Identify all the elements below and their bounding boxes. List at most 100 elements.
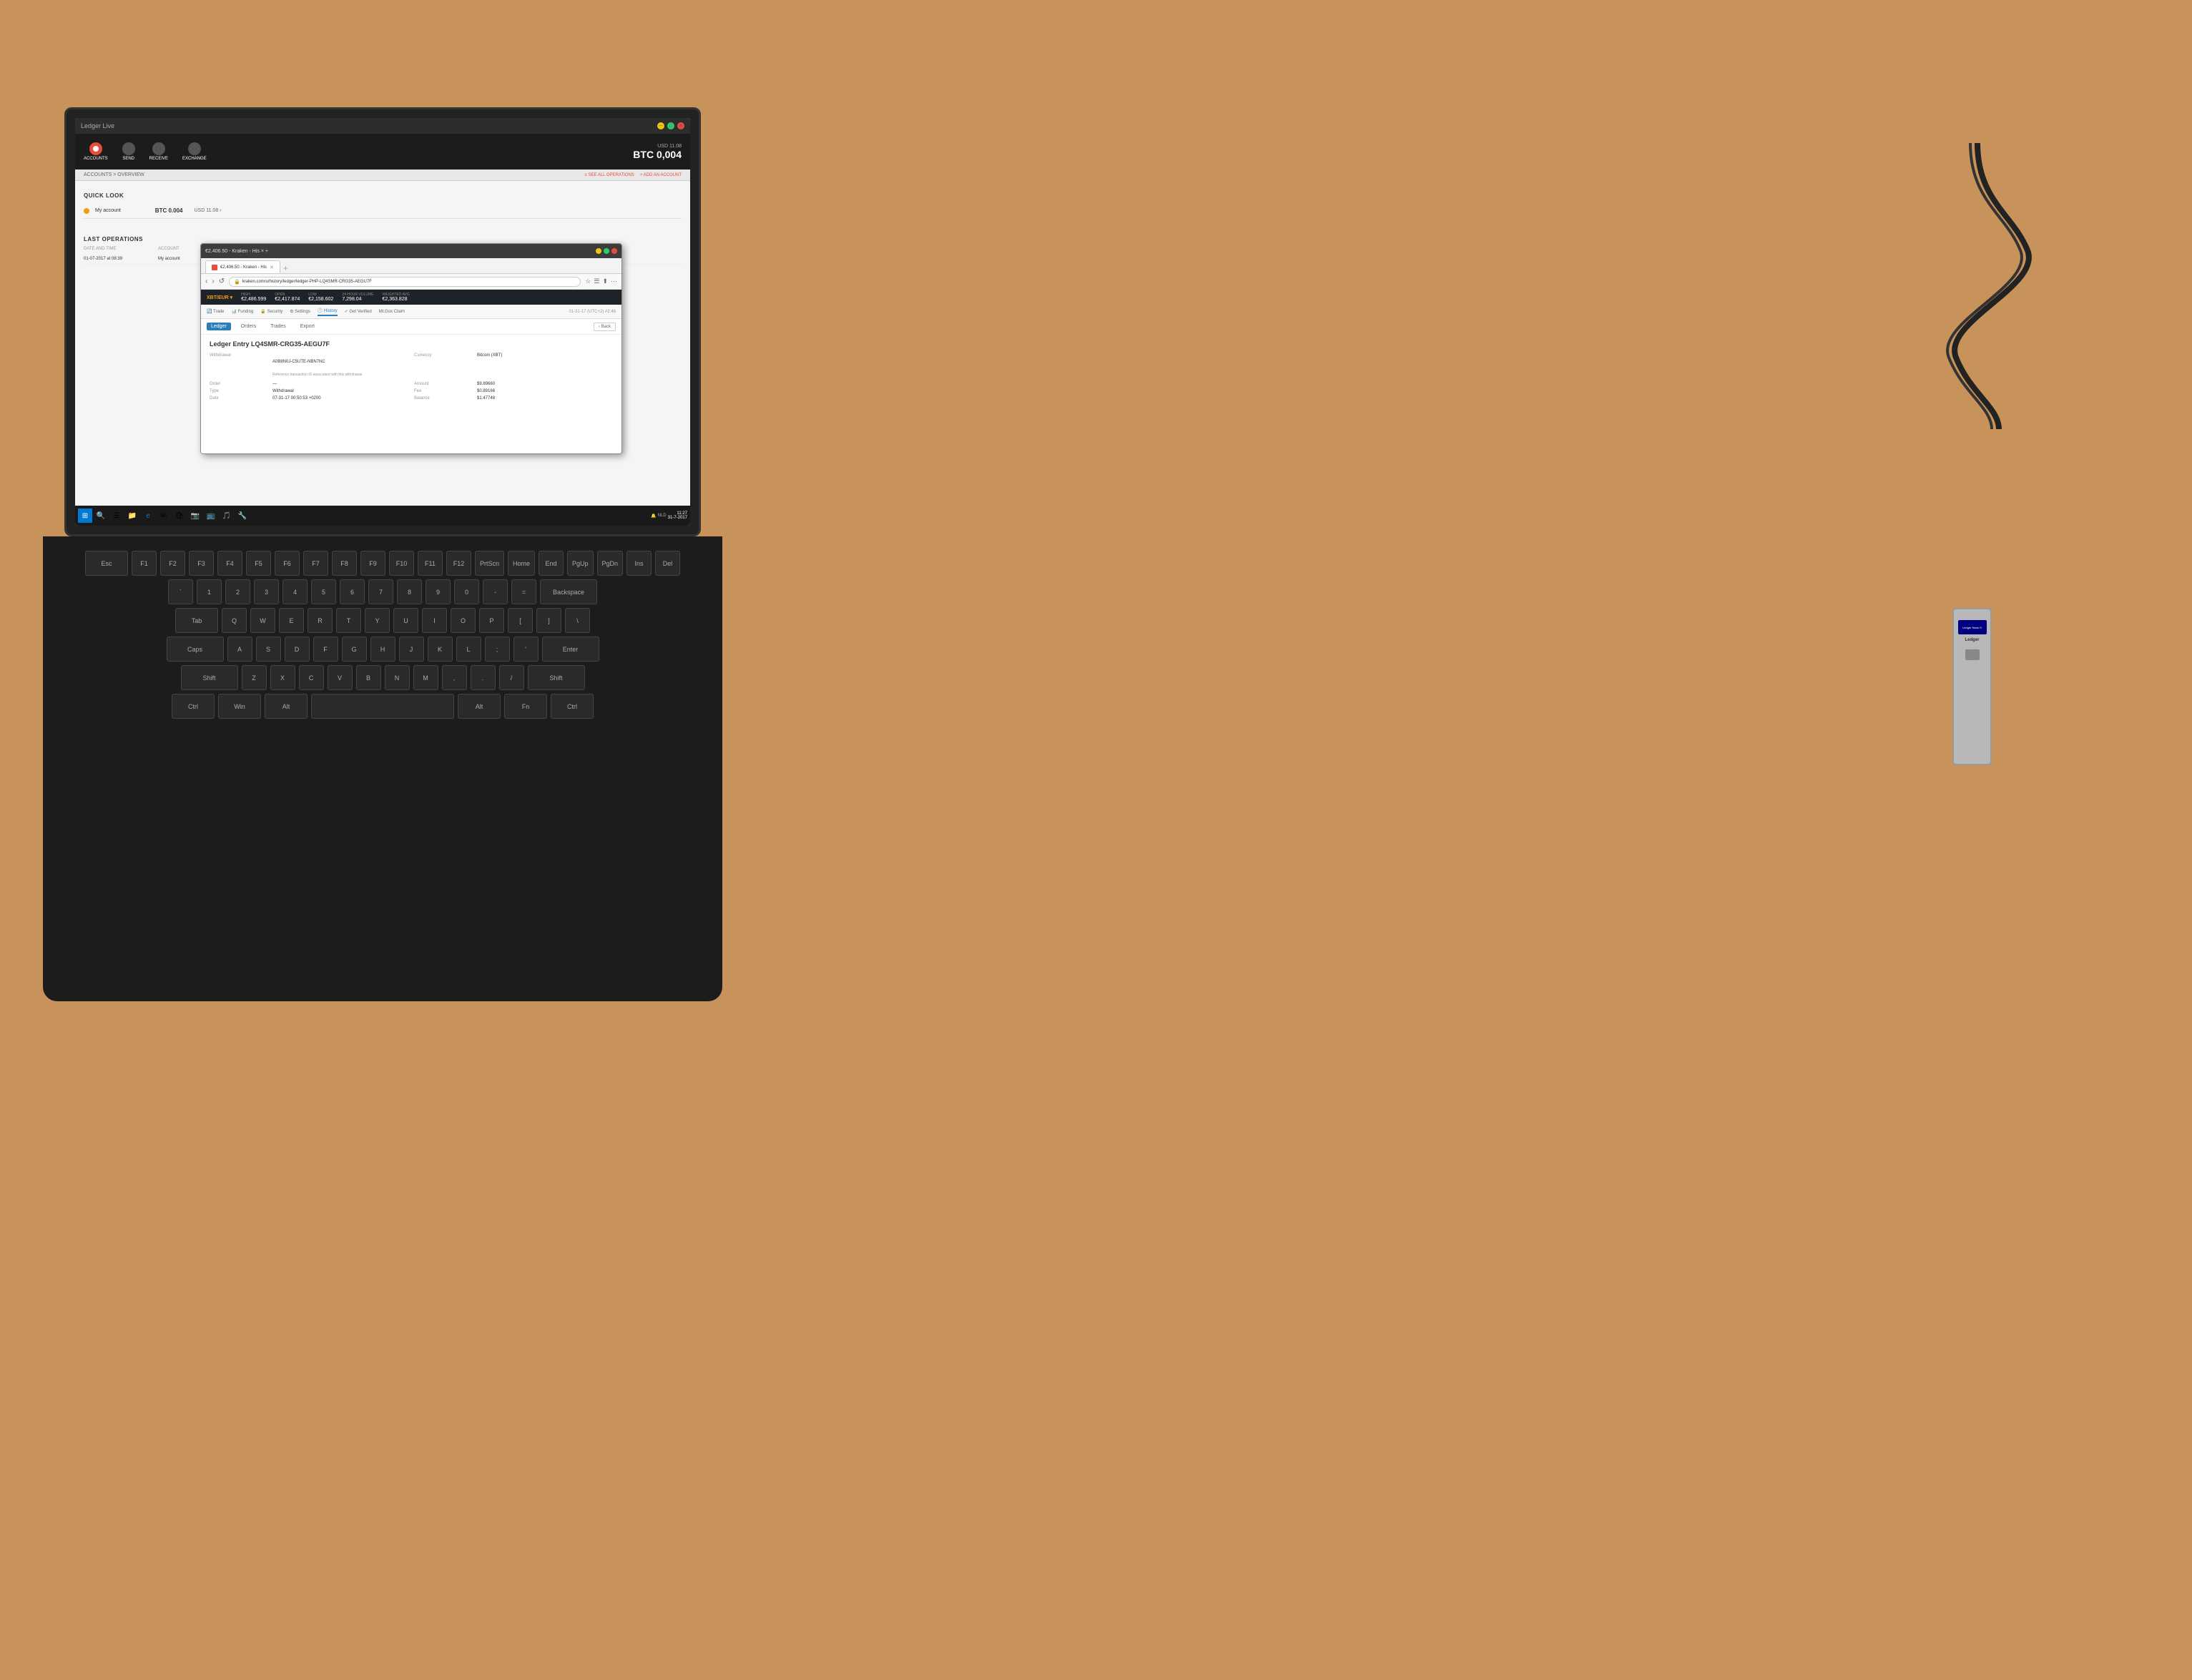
key-f8[interactable]: F8 [332,551,357,576]
key-alt-left[interactable]: Alt [265,694,308,719]
key-q[interactable]: Q [222,608,247,633]
key-ctrl-left[interactable]: Ctrl [172,694,215,719]
store-icon[interactable]: 🛍 [172,509,187,523]
key-fn[interactable]: Fn [504,694,547,719]
back-button[interactable]: ‹ Back [594,323,616,331]
tab-mtgox[interactable]: Mt.Gox Claim [379,308,405,315]
key-prtscn[interactable]: PrtScn [475,551,504,576]
market-pair[interactable]: XBT/EUR ▾ [207,295,232,300]
key-comma[interactable]: , [442,665,467,690]
key-shift-left[interactable]: Shift [181,665,238,690]
key-end[interactable]: End [539,551,564,576]
nav-send[interactable]: SEND [122,142,135,161]
key-f9[interactable]: F9 [360,551,385,576]
key-6[interactable]: 6 [340,579,365,604]
app-icon-4[interactable]: 🔧 [235,509,250,523]
task-view-icon[interactable]: ☰ [109,509,124,523]
mail-icon[interactable]: ✉ [157,509,171,523]
tab-funding[interactable]: 📊 Funding [231,308,253,315]
tab-get-verified[interactable]: ✓ Get Verified [345,308,372,315]
key-slash[interactable]: / [499,665,524,690]
key-quote[interactable]: ' [513,637,539,662]
key-f10[interactable]: F10 [389,551,414,576]
key-n[interactable]: N [385,665,410,690]
browser-tab-kraken[interactable]: €2,406.50 - Kraken - His ✕ [205,260,280,273]
key-f11[interactable]: F11 [418,551,443,576]
key-w[interactable]: W [250,608,275,633]
key-alt-right[interactable]: Alt [458,694,501,719]
start-button[interactable]: ⊞ [78,509,92,523]
key-8[interactable]: 8 [397,579,422,604]
key-f2[interactable]: F2 [160,551,185,576]
key-u[interactable]: U [393,608,418,633]
key-c[interactable]: C [299,665,324,690]
more-icon[interactable]: ⋯ [611,277,617,285]
browser-close-btn[interactable] [611,248,617,254]
tab-close-icon[interactable]: ✕ [270,265,274,270]
key-7[interactable]: 7 [368,579,393,604]
key-caps[interactable]: Caps [167,637,224,662]
tab-history[interactable]: 🕐 History [318,307,338,316]
key-d[interactable]: D [285,637,310,662]
key-f6[interactable]: F6 [275,551,300,576]
share-icon[interactable]: ⬆ [602,277,608,285]
key-pgup[interactable]: PgUp [567,551,594,576]
browser-min-btn[interactable] [596,248,601,254]
key-minus[interactable]: - [483,579,508,604]
key-f5[interactable]: F5 [246,551,271,576]
close-button[interactable]: ✕ [677,122,684,129]
tab-settings[interactable]: ⚙ Settings [290,308,310,315]
notification-icon[interactable]: 🔔 [651,514,656,519]
key-semicolon[interactable]: ; [485,637,510,662]
app-icon-3[interactable]: 🎵 [220,509,234,523]
add-account-button[interactable]: + ADD AN ACCOUNT [640,173,682,177]
key-k[interactable]: K [428,637,453,662]
key-b[interactable]: B [356,665,381,690]
key-shift-right[interactable]: Shift [528,665,585,690]
key-f1[interactable]: F1 [132,551,157,576]
key-2[interactable]: 2 [225,579,250,604]
maximize-button[interactable]: □ [667,122,674,129]
address-field[interactable]: 🔒 kraken.com/u/history/ledger/ledger-PHP… [229,277,581,287]
key-i[interactable]: I [422,608,447,633]
nav-receive[interactable]: RECEIVE [149,142,168,161]
reload-button[interactable]: ↺ [219,277,225,285]
key-space[interactable] [311,694,454,719]
key-9[interactable]: 9 [426,579,451,604]
key-g[interactable]: G [342,637,367,662]
key-f4[interactable]: F4 [217,551,242,576]
subtab-orders[interactable]: Orders [237,323,260,330]
tab-trade[interactable]: 🔄 Trade [207,308,224,315]
subtab-trades[interactable]: Trades [266,323,290,330]
tab-security[interactable]: 🔒 Security [260,308,282,315]
edge-icon[interactable]: e [141,509,155,523]
key-f[interactable]: F [313,637,338,662]
key-win[interactable]: Win [218,694,261,719]
key-4[interactable]: 4 [282,579,308,604]
key-l[interactable]: L [456,637,481,662]
key-backslash[interactable]: \ [565,608,590,633]
key-equals[interactable]: = [511,579,536,604]
key-v[interactable]: V [328,665,353,690]
menu-icon[interactable]: ☰ [594,277,599,285]
key-f3[interactable]: F3 [189,551,214,576]
see-all-ops-button[interactable]: ≡ SEE ALL OPERATIONS [584,173,634,177]
app-icon-1[interactable]: 📷 [188,509,202,523]
key-home[interactable]: Home [508,551,535,576]
key-p[interactable]: P [479,608,504,633]
key-1[interactable]: 1 [197,579,222,604]
app-icon-2[interactable]: 📺 [204,509,218,523]
new-tab-button[interactable]: + [280,263,291,273]
key-f7[interactable]: F7 [303,551,328,576]
key-x[interactable]: X [270,665,295,690]
key-j[interactable]: J [399,637,424,662]
key-del[interactable]: Del [655,551,680,576]
key-s[interactable]: S [256,637,281,662]
key-h[interactable]: H [370,637,395,662]
bookmark-icon[interactable]: ☆ [585,277,591,285]
forward-nav-button[interactable]: › [212,277,214,285]
key-5[interactable]: 5 [311,579,336,604]
nav-accounts[interactable]: ACCOUNTS [84,142,108,161]
nav-exchange[interactable]: EXCHANGE [182,142,207,161]
key-y[interactable]: Y [365,608,390,633]
